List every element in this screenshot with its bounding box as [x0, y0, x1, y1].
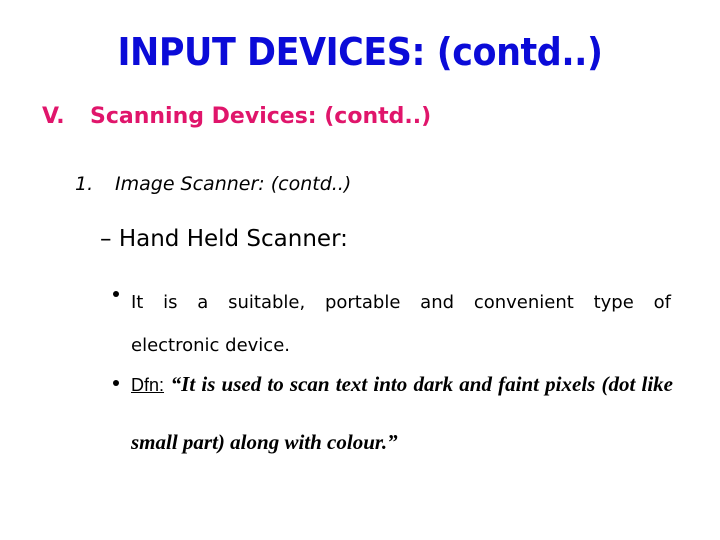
- bullet-item: Dfn: “It is used to scan text into dark …: [113, 370, 673, 472]
- topic-heading: – Hand Held Scanner:: [100, 226, 348, 252]
- slide-title: INPUT DEVICES: (contd..): [117, 30, 603, 74]
- bullet-text: It is a suitable, portable and convenient type o…: [131, 281, 673, 367]
- word: a: [197, 292, 209, 313]
- word: suitable,: [228, 292, 306, 313]
- bullet-dot-icon: [113, 380, 119, 386]
- word: is: [163, 292, 178, 313]
- word: type: [593, 292, 634, 313]
- subsection-label: Image Scanner: (contd..): [115, 173, 352, 195]
- subsection-number: 1.: [75, 173, 94, 195]
- section-label: Scanning Devices: (contd..): [90, 104, 432, 129]
- dash-icon: –: [100, 226, 112, 252]
- definition-label: Dfn:: [131, 375, 165, 395]
- bullet-line: It is a suitable, portable and convenient type o…: [131, 281, 671, 324]
- definition-text: “It is used to scan text into dark and f…: [131, 372, 673, 454]
- topic-label: Hand Held Scanner:: [118, 226, 348, 252]
- word: and: [420, 292, 455, 313]
- bullet-dot-icon: [113, 291, 119, 297]
- word: portable: [324, 292, 401, 313]
- bullet-item: It is a suitable, portable and convenient type o…: [113, 281, 673, 367]
- slide: INPUT DEVICES: (contd..) V. Scanning Devi…: [0, 0, 720, 540]
- bullet-text: Dfn: “It is used to scan text into dark …: [131, 356, 673, 472]
- section-heading: V. Scanning Devices: (contd..): [42, 104, 431, 129]
- section-number: V.: [42, 104, 65, 129]
- subsection-heading: 1. Image Scanner: (contd..): [75, 173, 351, 195]
- word: convenient: [473, 292, 574, 313]
- word: of: [653, 292, 671, 313]
- word: It: [131, 292, 144, 313]
